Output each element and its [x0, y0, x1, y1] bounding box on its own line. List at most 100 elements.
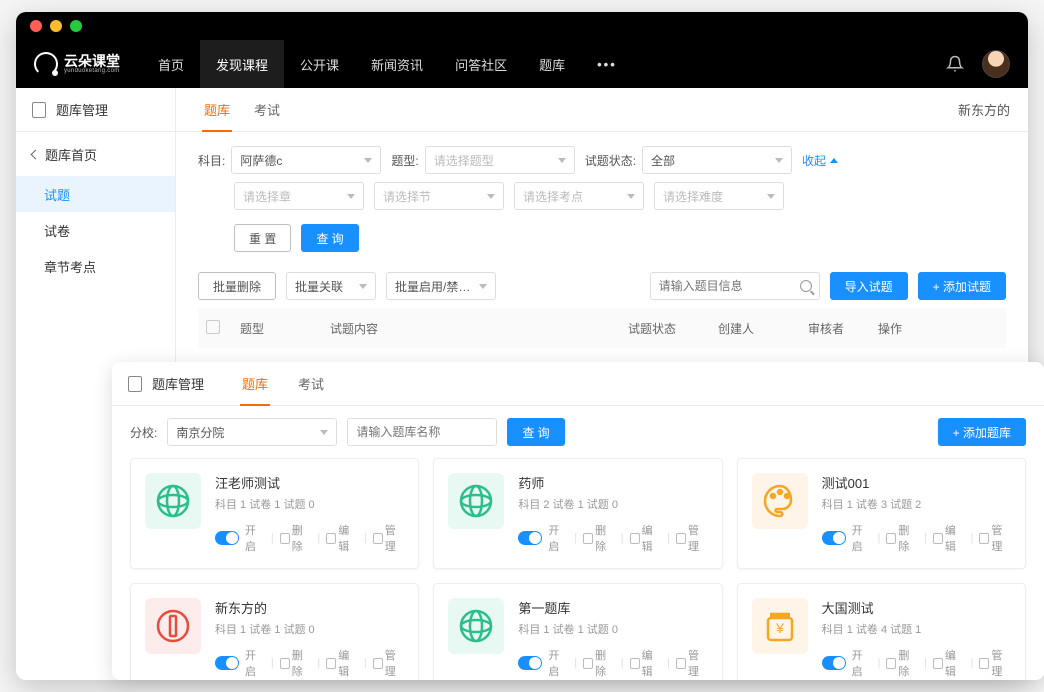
- brand-domain: yunduoketang.com: [64, 68, 120, 74]
- open-toggle[interactable]: [215, 531, 239, 545]
- grid-icon: [373, 533, 383, 544]
- edit-action[interactable]: 编辑: [630, 522, 662, 554]
- bank-title: 新东方的: [215, 598, 404, 617]
- query-button[interactable]: 查 询: [301, 224, 358, 252]
- chevron-up-icon: [830, 158, 838, 163]
- w2-header: 题库管理 题库 考试: [112, 362, 1044, 406]
- current-bank-name: 新东方的: [958, 100, 1028, 119]
- sidenav-chapters[interactable]: 章节考点: [16, 248, 175, 284]
- reset-button[interactable]: 重 置: [234, 224, 291, 252]
- bulk-relate-select[interactable]: 批量关联: [286, 272, 376, 300]
- manage-action[interactable]: 管理: [979, 522, 1011, 554]
- edit-action[interactable]: 编辑: [630, 647, 662, 679]
- nav-home[interactable]: 首页: [142, 40, 200, 88]
- manage-action[interactable]: 管理: [979, 647, 1011, 679]
- w2-query-button[interactable]: 查 询: [507, 418, 564, 446]
- user-avatar[interactable]: [982, 50, 1010, 78]
- manage-action[interactable]: 管理: [676, 522, 708, 554]
- edit-action[interactable]: 编辑: [326, 647, 358, 679]
- w2-tab-exam[interactable]: 考试: [286, 362, 336, 406]
- open-toggle[interactable]: [518, 656, 542, 670]
- open-label: 开启: [245, 647, 265, 679]
- trash-icon: [280, 533, 290, 544]
- nav-community[interactable]: 问答社区: [439, 40, 523, 88]
- bulk-delete-button[interactable]: 批量删除: [198, 272, 276, 300]
- delete-action[interactable]: 删除: [886, 522, 918, 554]
- edit-action[interactable]: 编辑: [326, 522, 358, 554]
- zoom-dot[interactable]: [70, 20, 82, 32]
- open-toggle[interactable]: [822, 656, 846, 670]
- nav-more[interactable]: •••: [581, 40, 633, 88]
- brand-logo[interactable]: 云朵课堂 yunduoketang.com: [34, 52, 120, 76]
- sidenav-questions[interactable]: 试题: [16, 176, 175, 212]
- cloud-logo-icon: [34, 52, 58, 76]
- delete-action[interactable]: 删除: [280, 647, 312, 679]
- search-input[interactable]: [650, 272, 820, 300]
- select-all-checkbox[interactable]: [206, 320, 220, 334]
- manage-action[interactable]: 管理: [373, 647, 405, 679]
- bulk-enable-select[interactable]: 批量启用/禁…: [386, 272, 496, 300]
- delete-action[interactable]: 删除: [583, 522, 615, 554]
- bulk-row: 批量删除 批量关联 批量启用/禁… 导入试题 + 添加试题: [176, 264, 1028, 308]
- nav-discover[interactable]: 发现课程: [200, 40, 284, 88]
- delete-action[interactable]: 删除: [886, 647, 918, 679]
- overlay-window: 题库管理 题库 考试 分校: 南京分院 查 询 + 添加题库 汪老师测试科目 1…: [112, 362, 1044, 680]
- notification-bell-icon[interactable]: [946, 55, 964, 73]
- trash-icon: [280, 658, 290, 669]
- manage-action[interactable]: 管理: [676, 647, 708, 679]
- chevron-down-icon: [487, 194, 495, 199]
- type-label: 题型:: [391, 152, 418, 169]
- point-select[interactable]: 请选择考点: [514, 182, 644, 210]
- edit-action[interactable]: 编辑: [933, 647, 965, 679]
- nav-news[interactable]: 新闻资讯: [355, 40, 439, 88]
- import-button[interactable]: 导入试题: [830, 272, 908, 300]
- breadcrumb-back[interactable]: 题库首页: [16, 132, 175, 176]
- collapse-link[interactable]: 收起: [802, 152, 838, 169]
- bank-title: 药师: [518, 473, 707, 492]
- edit-action[interactable]: 编辑: [933, 522, 965, 554]
- branch-select[interactable]: 南京分院: [167, 418, 337, 446]
- tab-exam[interactable]: 考试: [242, 88, 292, 132]
- chevron-down-icon: [479, 284, 487, 289]
- close-dot[interactable]: [30, 20, 42, 32]
- bank-card[interactable]: 汪老师测试科目 1 试卷 1 试题 0开启|删除|编辑|管理: [130, 458, 419, 569]
- open-toggle[interactable]: [518, 531, 542, 545]
- bank-card[interactable]: 药师科目 2 试卷 1 试题 0开启|删除|编辑|管理: [433, 458, 722, 569]
- open-toggle[interactable]: [822, 531, 846, 545]
- nav-question-bank[interactable]: 题库: [523, 40, 581, 88]
- nav-open-class[interactable]: 公开课: [284, 40, 355, 88]
- type-select[interactable]: 请选择题型: [425, 146, 575, 174]
- filter-buttons: 重 置 查 询: [176, 220, 1028, 264]
- search-icon[interactable]: [800, 280, 812, 292]
- bank-card[interactable]: 新东方的科目 1 试卷 1 试题 0开启|删除|编辑|管理: [130, 583, 419, 680]
- bank-meta: 科目 1 试卷 4 试题 1: [822, 621, 1011, 637]
- minimize-dot[interactable]: [50, 20, 62, 32]
- bank-title: 汪老师测试: [215, 473, 404, 492]
- tab-bank[interactable]: 题库: [192, 88, 242, 132]
- delete-action[interactable]: 删除: [280, 522, 312, 554]
- svg-text:¥: ¥: [775, 620, 784, 636]
- status-select[interactable]: 全部: [642, 146, 792, 174]
- bank-meta: 科目 1 试卷 3 试题 2: [822, 496, 1011, 512]
- bank-title: 第一题库: [518, 598, 707, 617]
- chevron-down-icon: [347, 194, 355, 199]
- difficulty-select[interactable]: 请选择难度: [654, 182, 784, 210]
- chapter-select[interactable]: 请选择章: [234, 182, 364, 210]
- sidenav-papers[interactable]: 试卷: [16, 212, 175, 248]
- section-select[interactable]: 请选择节: [374, 182, 504, 210]
- bank-name-input[interactable]: [347, 418, 497, 446]
- subject-select[interactable]: 阿萨德c: [231, 146, 381, 174]
- w2-tab-bank[interactable]: 题库: [230, 362, 280, 406]
- bank-card[interactable]: ¥大国测试科目 1 试卷 4 试题 1开启|删除|编辑|管理: [737, 583, 1026, 680]
- bank-card[interactable]: 测试001科目 1 试卷 3 试题 2开启|删除|编辑|管理: [737, 458, 1026, 569]
- add-bank-button[interactable]: + 添加题库: [938, 418, 1026, 446]
- delete-action[interactable]: 删除: [583, 647, 615, 679]
- add-question-button[interactable]: + 添加试题: [918, 272, 1006, 300]
- open-label: 开启: [245, 522, 265, 554]
- open-toggle[interactable]: [215, 656, 239, 670]
- manage-action[interactable]: 管理: [373, 522, 405, 554]
- bank-card[interactable]: 第一题库科目 1 试卷 1 试题 0开启|删除|编辑|管理: [433, 583, 722, 680]
- bank-title: 大国测试: [822, 598, 1011, 617]
- bank-icon: ¥: [752, 598, 808, 654]
- chevron-down-icon: [359, 284, 367, 289]
